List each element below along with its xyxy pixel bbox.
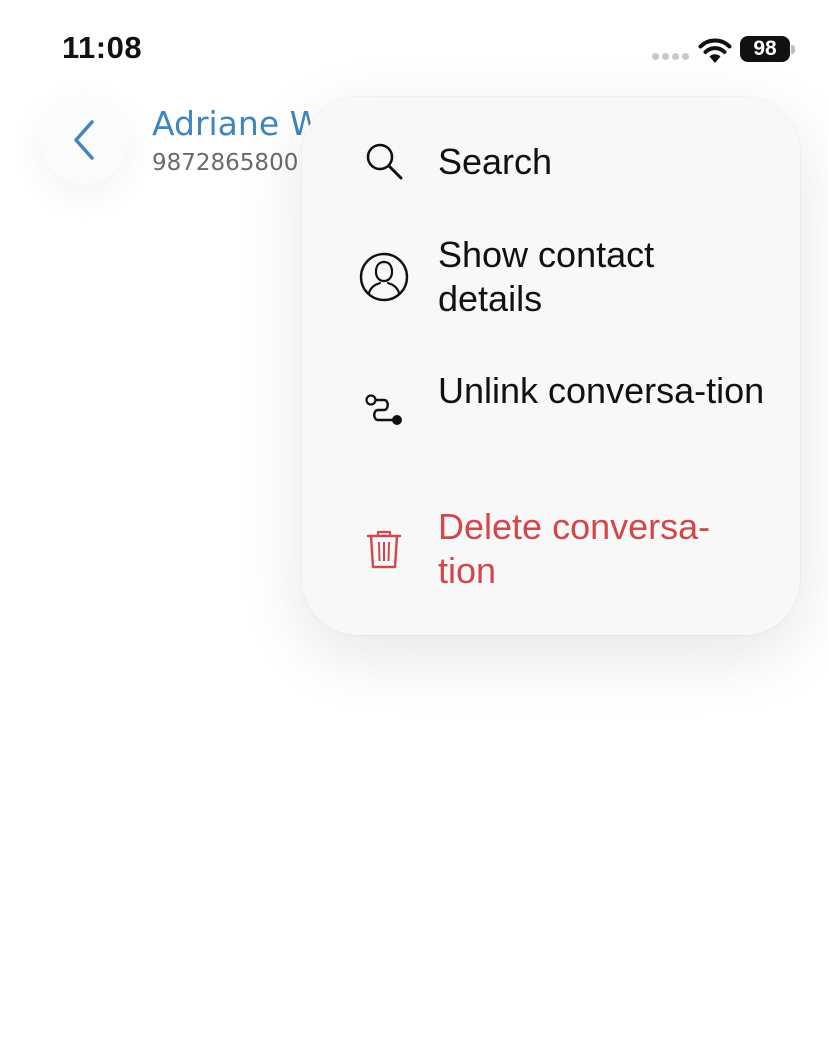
contact-phone: 9872865800: [152, 150, 299, 176]
unlink-icon: [358, 387, 410, 439]
menu-item-label: Show contact details: [438, 234, 655, 319]
battery-nub: [791, 45, 795, 54]
conversation-screen: 11:08 98 Adriane W 9872865800 Search Sho…: [0, 0, 828, 1040]
wifi-icon: [698, 38, 732, 63]
menu-item-label: Delete conversa-tion: [438, 506, 711, 591]
cellular-signal-icon: [652, 53, 689, 60]
search-icon: [358, 135, 410, 187]
menu-item-label: Search: [438, 141, 553, 182]
status-time: 11:08: [62, 30, 143, 65]
contact-name[interactable]: Adriane W: [152, 104, 312, 143]
trash-icon: [358, 523, 410, 575]
menu-item-label: Unlink conversa-tion: [438, 370, 765, 411]
context-menu: Search Show contact details Unlink conve…: [302, 97, 800, 635]
chevron-left-icon: [74, 120, 94, 160]
menu-item-search[interactable]: Search: [302, 133, 800, 189]
menu-item-show-contact-details[interactable]: Show contact details: [302, 231, 800, 323]
status-bar: 11:08 98: [0, 0, 828, 96]
back-button[interactable]: [40, 96, 128, 184]
menu-item-unlink-conversation[interactable]: Unlink conversa-tion: [302, 367, 800, 459]
battery-indicator: 98: [740, 36, 790, 62]
contact-icon: [358, 251, 410, 303]
menu-item-delete-conversation[interactable]: Delete conversa-tion: [302, 503, 800, 595]
